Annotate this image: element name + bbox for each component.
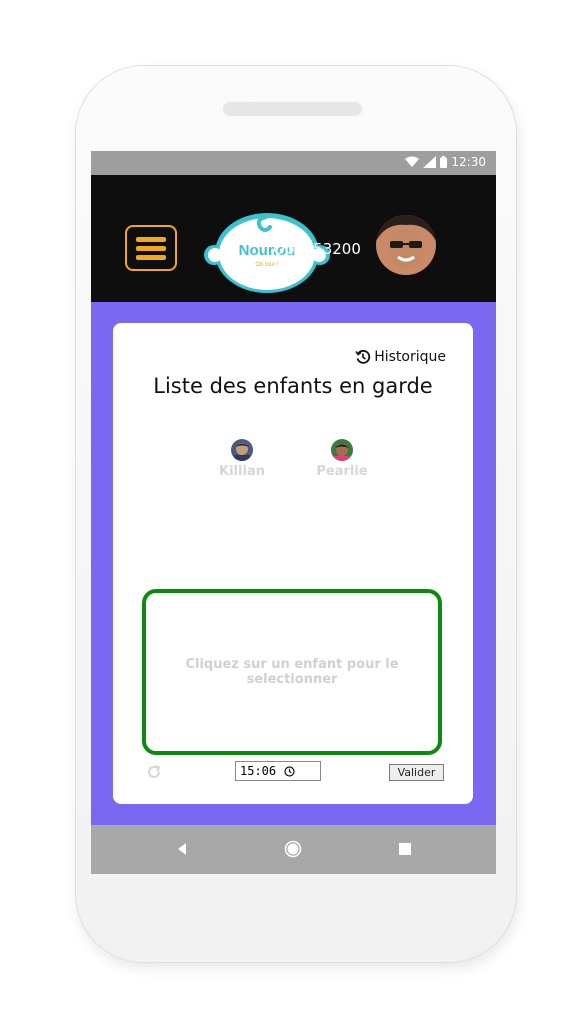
selection-panel: Cliquez sur un enfant pour le selectionn… (142, 589, 442, 755)
child-item-killian[interactable]: Killian (210, 439, 274, 479)
status-time: 12:30 (451, 155, 486, 169)
battery-icon (440, 156, 448, 168)
app-header: Nounou On tour ! (91, 175, 496, 302)
page-title: Liste des enfants en garde (153, 374, 433, 398)
username: Ophé53200 (273, 240, 361, 258)
child-name: Killian (219, 464, 265, 479)
history-icon (355, 349, 371, 364)
avatar-photo (376, 215, 436, 275)
user-avatar[interactable] (376, 215, 436, 275)
logo-subtitle: On tour ! (255, 262, 279, 268)
back-icon[interactable] (176, 842, 188, 856)
child-item-pearlie[interactable]: Pearlie (310, 439, 374, 479)
history-label: Historique (374, 349, 446, 365)
recents-icon[interactable] (399, 843, 411, 855)
phone-screen: 12:30 Nounou On tour ! Historique Liste … (91, 151, 496, 874)
history-link[interactable]: Historique (355, 349, 446, 365)
wifi-icon (405, 156, 420, 167)
phone-speaker (223, 102, 362, 116)
main-content: Historique Liste des enfants en garde Ki… (91, 302, 496, 825)
time-input[interactable]: 15:06 (235, 761, 321, 781)
signal-icon (423, 156, 437, 168)
children-card: Historique Liste des enfants en garde Ki… (113, 323, 473, 804)
child-avatar (231, 439, 253, 461)
child-name: Pearlie (316, 464, 368, 479)
menu-button[interactable] (125, 225, 177, 271)
hamburger-icon-line (136, 254, 166, 260)
clock-icon[interactable] (284, 765, 295, 777)
hamburger-icon-line (136, 245, 166, 251)
child-avatar (331, 439, 353, 461)
select-prompt: Cliquez sur un enfant pour le selectionn… (185, 657, 399, 687)
hamburger-icon-line (136, 236, 166, 242)
refresh-icon[interactable] (146, 764, 162, 780)
validate-button[interactable]: Valider (389, 764, 444, 781)
home-icon[interactable] (284, 840, 302, 858)
time-value: 15:06 (240, 764, 277, 778)
android-nav-bar (91, 825, 496, 874)
status-bar: 12:30 (91, 151, 496, 175)
